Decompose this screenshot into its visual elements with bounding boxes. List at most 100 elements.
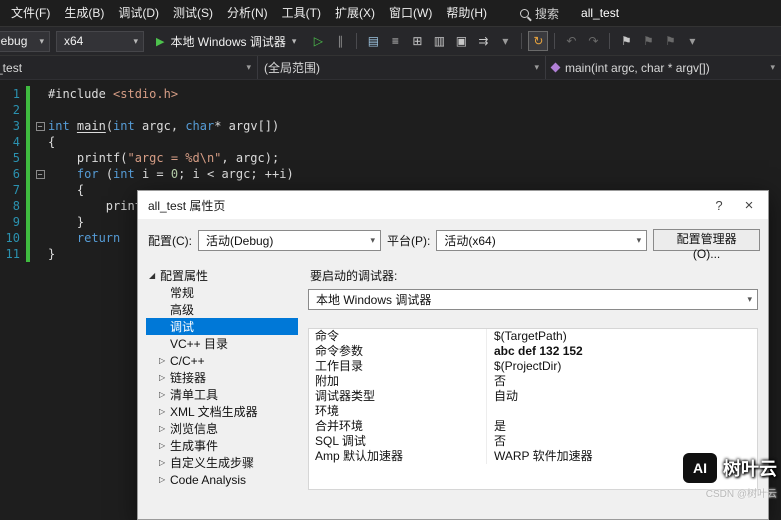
more-dropdown-icon[interactable]: ▾ — [495, 31, 515, 51]
property-row[interactable]: 命令参数abc def 132 152 — [309, 344, 757, 359]
bookmark-next-icon[interactable]: ⚑ — [660, 31, 680, 51]
menu-item[interactable]: 分析(N) — [220, 0, 275, 26]
menu-item[interactable]: 窗口(W) — [382, 0, 439, 26]
bookmark-prev-icon[interactable]: ⚑ — [638, 31, 658, 51]
tree-item[interactable]: ▷链接器 — [146, 369, 298, 386]
tree-expand-icon[interactable]: ▷ — [159, 373, 170, 382]
tree-item[interactable]: 调试 — [146, 318, 298, 335]
tree-item-label: VC++ 目录 — [170, 335, 228, 352]
tree-expand-icon[interactable]: ▷ — [159, 356, 170, 365]
code-line[interactable]: 6− for (int i = 0; i < argc; ++i) — [0, 166, 781, 182]
tree-expand-icon[interactable]: ▷ — [159, 441, 170, 450]
property-name: 附加 — [309, 374, 487, 389]
fold-toggle-icon[interactable]: − — [36, 122, 45, 131]
tree-expand-icon[interactable]: ◢ — [149, 271, 160, 280]
chevron-down-icon: ▾ — [770, 62, 775, 73]
menu-item[interactable]: 帮助(H) — [439, 0, 494, 26]
property-value: 否 — [487, 434, 757, 449]
tree-item[interactable]: 常规 — [146, 284, 298, 301]
code-text: printf("argc = %d\n", argc); — [48, 150, 279, 166]
tree-item[interactable]: ◢配置属性 — [146, 267, 298, 284]
tree-item[interactable]: ▷生成事件 — [146, 437, 298, 454]
processes-window-icon[interactable]: ▤ — [363, 31, 383, 51]
property-row[interactable]: 环境 — [309, 404, 757, 419]
tree-item-label: 调试 — [170, 318, 194, 335]
window-split-icon[interactable]: ▣ — [451, 31, 471, 51]
navigate-forward-icon[interactable]: ↷ — [583, 31, 603, 51]
property-row[interactable]: SQL 调试否 — [309, 434, 757, 449]
menu-item[interactable]: 生成(B) — [57, 0, 111, 26]
platform-label: 平台(P): — [387, 232, 430, 249]
platform-dropdown-dialog[interactable]: 活动(x64) ▾ — [436, 230, 647, 251]
menu-item[interactable]: 扩展(X) — [328, 0, 382, 26]
fold-margin — [32, 86, 48, 102]
help-button[interactable]: ? — [704, 198, 734, 213]
property-row[interactable]: 附加否 — [309, 374, 757, 389]
solution-configuration-dropdown[interactable]: Debug ▾ — [0, 31, 50, 52]
change-indicator — [26, 150, 30, 166]
grid-view-icon[interactable]: ⊞ — [407, 31, 427, 51]
scope-dropdown[interactable]: (全局范围) ▾ — [258, 56, 546, 79]
code-text: { — [48, 182, 84, 198]
navigate-arrows-icon[interactable]: ⇉ — [473, 31, 493, 51]
code-line[interactable]: 2 — [0, 102, 781, 118]
tree-item[interactable]: ▷清单工具 — [146, 386, 298, 403]
code-line[interactable]: 3−int main(int argc, char* argv[]) — [0, 118, 781, 134]
close-icon[interactable]: × — [734, 197, 764, 214]
tree-item[interactable]: ▷XML 文档生成器 — [146, 403, 298, 420]
tree-expand-icon[interactable]: ▷ — [159, 458, 170, 467]
tree-expand-icon[interactable]: ▷ — [159, 424, 170, 433]
fold-margin — [32, 134, 48, 150]
dialog-title-bar[interactable]: all_test 属性页 ? × — [138, 191, 768, 219]
code-line[interactable]: 5 printf("argc = %d\n", argc); — [0, 150, 781, 166]
line-structure-icon[interactable]: ≡ — [385, 31, 405, 51]
toolbar-overflow-icon[interactable]: ▾ — [682, 31, 702, 51]
navigate-back-icon[interactable]: ↶ — [561, 31, 581, 51]
bookmark-toggle-icon[interactable]: ⚑ — [616, 31, 636, 51]
property-row[interactable]: 合并环境是 — [309, 419, 757, 434]
change-indicator — [26, 198, 30, 214]
tree-item-label: 浏览信息 — [170, 420, 218, 437]
menu-item[interactable]: 工具(T) — [275, 0, 328, 26]
property-row[interactable]: 调试器类型自动 — [309, 389, 757, 404]
tree-item[interactable]: ▷Code Analysis — [146, 471, 298, 488]
solution-platform-value: x64 — [64, 34, 83, 48]
tree-item[interactable]: 高级 — [146, 301, 298, 318]
pause-icon[interactable]: ∥ — [330, 31, 350, 51]
property-row[interactable]: 命令$(TargetPath) — [309, 329, 757, 344]
configuration-dropdown[interactable]: 活动(Debug) ▾ — [198, 230, 381, 251]
solution-configuration-value: Debug — [0, 34, 27, 48]
change-indicator — [26, 182, 30, 198]
menu-item[interactable]: 文件(F) — [4, 0, 57, 26]
tree-item[interactable]: VC++ 目录 — [146, 335, 298, 352]
menu-item[interactable]: 调试(D) — [111, 0, 166, 26]
code-line[interactable]: 1#include <stdio.h> — [0, 86, 781, 102]
toolbar-separator — [356, 33, 357, 49]
search-box[interactable]: 搜索 — [520, 5, 559, 22]
fold-toggle-icon[interactable]: − — [36, 170, 45, 179]
menu-item[interactable]: 测试(S) — [166, 0, 220, 26]
member-dropdown[interactable]: main(int argc, char * argv[]) ▾ — [546, 56, 781, 79]
start-debugging-button[interactable]: ▶ 本地 Windows 调试器 ▾ — [150, 29, 302, 53]
tree-expand-icon[interactable]: ▷ — [159, 475, 170, 484]
tree-expand-icon[interactable]: ▷ — [159, 390, 170, 399]
start-without-debugging-icon[interactable]: ▷ — [308, 31, 328, 51]
property-row[interactable]: 工作目录$(ProjectDir) — [309, 359, 757, 374]
code-text: for (int i = 0; i < argc; ++i) — [48, 166, 294, 182]
column-layout-icon[interactable]: ▥ — [429, 31, 449, 51]
tree-expand-icon[interactable]: ▷ — [159, 407, 170, 416]
debugger-dropdown[interactable]: 本地 Windows 调试器 ▾ — [308, 289, 758, 310]
dialog-title: all_test 属性页 — [148, 197, 704, 214]
tree-item[interactable]: ▷C/C++ — [146, 352, 298, 369]
tree-item[interactable]: ▷自定义生成步骤 — [146, 454, 298, 471]
tree-item-label: C/C++ — [170, 354, 205, 368]
configuration-manager-button[interactable]: 配置管理器(O)... — [653, 229, 760, 251]
project-dropdown[interactable]: all_test ▾ — [0, 56, 258, 79]
configuration-row: 配置(C): 活动(Debug) ▾ 平台(P): 活动(x64) ▾ 配置管理… — [138, 219, 768, 257]
line-number: 4 — [0, 134, 26, 150]
tree-item[interactable]: ▷浏览信息 — [146, 420, 298, 437]
code-line[interactable]: 4{ — [0, 134, 781, 150]
solution-platform-dropdown[interactable]: x64 ▾ — [56, 31, 144, 52]
hot-reload-icon[interactable]: ↻ — [528, 31, 548, 51]
property-name: Amp 默认加速器 — [309, 449, 487, 464]
